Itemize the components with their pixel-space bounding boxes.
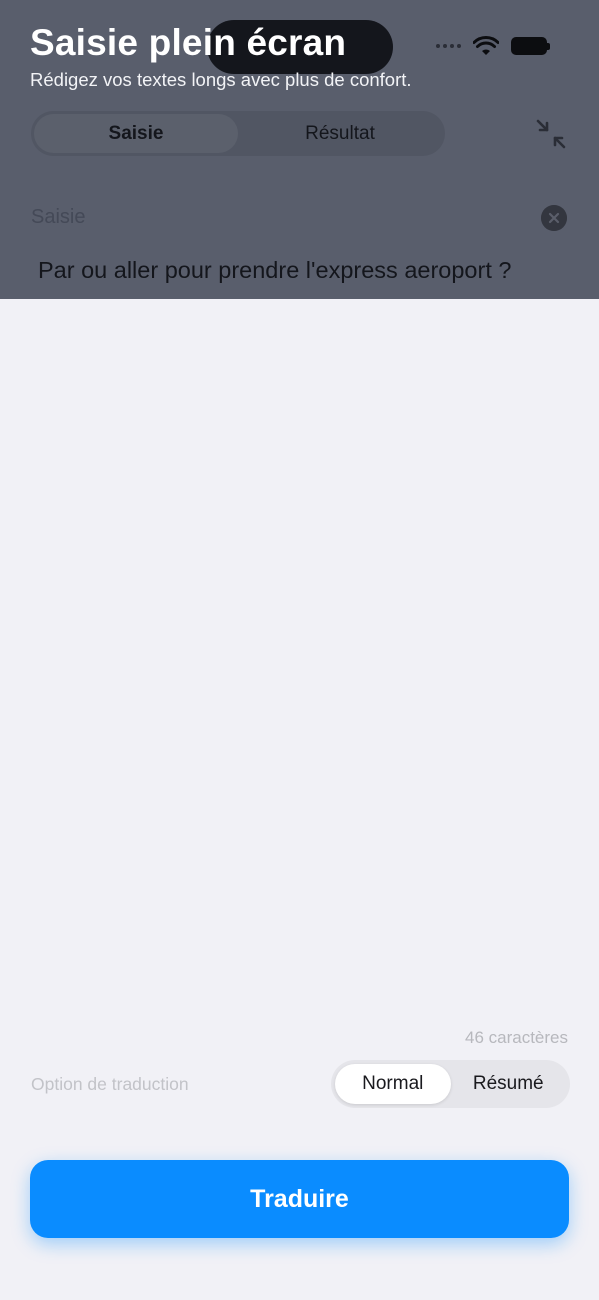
- collapse-arrows-icon[interactable]: [533, 116, 569, 152]
- translate-button[interactable]: Traduire: [30, 1160, 569, 1238]
- page-subtitle: Rédigez vos textes longs avec plus de co…: [30, 69, 412, 90]
- signal-icon: [436, 44, 461, 48]
- translation-option-label: Option de traduction: [31, 1074, 189, 1094]
- clear-icon[interactable]: [541, 205, 567, 231]
- wifi-icon: [473, 36, 499, 55]
- screen: Saisie plein écran Rédigez vos textes lo…: [0, 0, 599, 1300]
- page-title: Saisie plein écran: [30, 22, 347, 63]
- mode-resume[interactable]: Résumé: [451, 1064, 567, 1104]
- mode-normal[interactable]: Normal: [335, 1064, 451, 1104]
- input-result-tabs: Saisie Résultat: [31, 111, 445, 156]
- input-text-area[interactable]: Par ou aller pour prendre l'express aero…: [38, 257, 511, 284]
- tab-resultat[interactable]: Résultat: [238, 114, 442, 153]
- input-label: Saisie: [31, 206, 86, 228]
- battery-icon: [511, 37, 550, 55]
- character-count: 46 caractères: [465, 1028, 568, 1047]
- translation-mode-selector: Normal Résumé: [331, 1060, 570, 1108]
- tab-saisie[interactable]: Saisie: [34, 114, 238, 153]
- status-bar: [436, 36, 550, 56]
